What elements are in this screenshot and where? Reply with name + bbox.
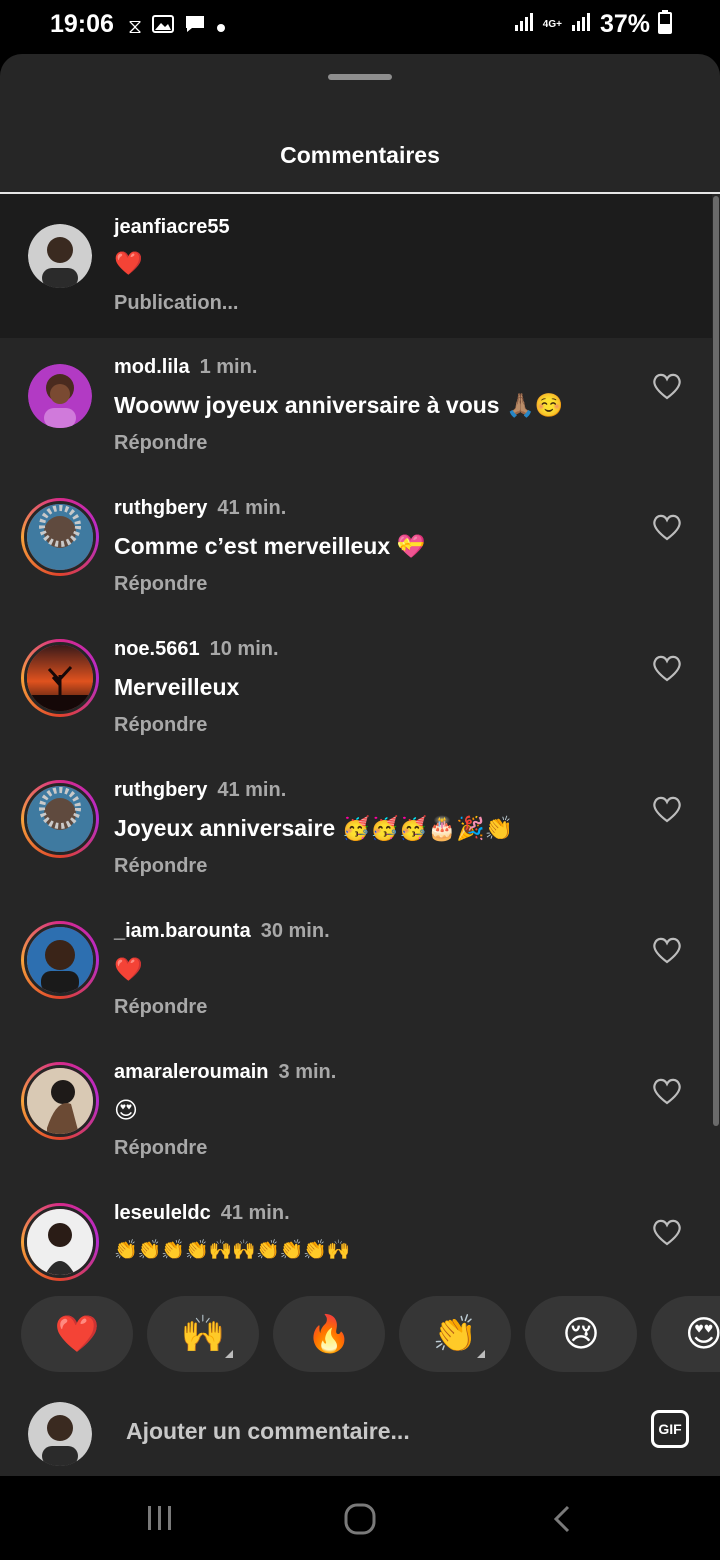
post-caption: jeanfiacre55 ❤️ Publication... bbox=[0, 194, 712, 338]
heart-outline-icon[interactable] bbox=[652, 1077, 682, 1105]
notification-icons: ⧖ bbox=[128, 14, 226, 39]
message-icon bbox=[184, 14, 206, 39]
reaction-fire-button[interactable]: 🔥 bbox=[273, 1296, 385, 1372]
image-icon bbox=[152, 15, 175, 38]
comment-text: 😍 bbox=[114, 1097, 138, 1123]
red-heart-icon: ❤️ bbox=[54, 1313, 100, 1354]
reaction-clap-button[interactable]: 👏 bbox=[399, 1296, 511, 1372]
raised-hands-icon: 🙌 bbox=[180, 1313, 226, 1354]
heart-outline-icon[interactable] bbox=[652, 795, 682, 823]
fire-icon: 🔥 bbox=[306, 1313, 352, 1354]
drag-handle[interactable] bbox=[328, 74, 392, 80]
avatar[interactable] bbox=[21, 1203, 99, 1281]
reply-button[interactable]: Répondre bbox=[114, 714, 207, 737]
avatar[interactable] bbox=[21, 921, 99, 999]
system-nav-bar bbox=[0, 1476, 720, 1560]
comment-username[interactable]: mod.lila 1 min. bbox=[114, 356, 257, 379]
comment-username[interactable]: amaraleroumain 3 min. bbox=[114, 1061, 336, 1084]
reaction-heart-eyes-button[interactable]: 😍 bbox=[651, 1296, 720, 1372]
reply-button[interactable]: Répondre bbox=[114, 573, 207, 596]
caption-meta: Publication... bbox=[114, 292, 239, 314]
home-icon[interactable] bbox=[343, 1502, 377, 1536]
sheet-title: Commentaires bbox=[280, 142, 440, 168]
heart-outline-icon[interactable] bbox=[652, 372, 682, 400]
skin-tone-indicator bbox=[477, 1350, 485, 1358]
heart-outline-icon[interactable] bbox=[652, 513, 682, 541]
network-type-label: 4G+ bbox=[542, 18, 562, 30]
clapping-hands-icon: 👏 bbox=[432, 1313, 478, 1354]
battery-percent: 37% bbox=[599, 10, 650, 38]
battery-icon bbox=[658, 10, 672, 39]
scrollbar[interactable] bbox=[713, 196, 719, 1126]
avatar[interactable] bbox=[21, 639, 99, 717]
comment-username[interactable]: noe.5661 10 min. bbox=[114, 638, 279, 661]
comment-text: ❤️ bbox=[114, 956, 143, 982]
reaction-heart-button[interactable]: ❤️ bbox=[21, 1296, 133, 1372]
comment-text: 👏👏👏👏🙌🙌👏👏👏🙌 bbox=[114, 1240, 351, 1261]
heart-eyes-icon: 😍 bbox=[685, 1313, 720, 1354]
crying-face-icon: 😢 bbox=[562, 1313, 600, 1354]
avatar[interactable] bbox=[21, 1062, 99, 1140]
comment-text: Joyeux anniversaire 🥳🥳🥳🎂🎉👏 bbox=[114, 815, 514, 841]
skin-tone-indicator bbox=[225, 1350, 233, 1358]
comment-username[interactable]: leseuleldc 41 min. bbox=[114, 1202, 290, 1225]
reply-button[interactable]: Répondre bbox=[114, 855, 207, 878]
comment-username[interactable]: ruthgbery 41 min. bbox=[114, 779, 286, 802]
comment-username[interactable]: _iam.barounta 30 min. bbox=[114, 920, 330, 943]
avatar[interactable] bbox=[28, 364, 92, 428]
reaction-raised-hands-button[interactable]: 🙌 bbox=[147, 1296, 259, 1372]
comments-sheet: Commentaires jeanfiacre55 ❤️ Publication… bbox=[0, 54, 720, 1476]
avatar[interactable] bbox=[21, 780, 99, 858]
status-right: 4G+ 37% bbox=[513, 10, 672, 39]
status-bar: 19:06 ⧖ 4G+ 37% bbox=[0, 0, 720, 52]
comment-input[interactable]: Ajouter un commentaire... bbox=[126, 1418, 410, 1445]
reply-button[interactable]: Répondre bbox=[114, 996, 207, 1019]
heart-outline-icon[interactable] bbox=[652, 1218, 682, 1246]
current-user-avatar bbox=[28, 1402, 92, 1466]
heart-outline-icon[interactable] bbox=[652, 936, 682, 964]
gif-button[interactable]: GIF bbox=[651, 1410, 689, 1448]
reply-button[interactable]: Répondre bbox=[114, 432, 207, 455]
reply-button[interactable]: Répondre bbox=[114, 1137, 207, 1160]
caption-text: ❤️ bbox=[114, 250, 143, 276]
recents-icon[interactable] bbox=[146, 1504, 174, 1532]
signal-icon-2 bbox=[570, 11, 592, 38]
quick-reactions-bar: ❤️ 🙌 🔥 👏 😢 😍 bbox=[0, 1296, 720, 1374]
caption-username[interactable]: jeanfiacre55 bbox=[114, 216, 230, 239]
comment-text: Wooww joyeux anniversaire à vous 🙏🏽☺️ bbox=[114, 392, 564, 418]
avatar[interactable] bbox=[21, 498, 99, 576]
reaction-crying-button[interactable]: 😢 bbox=[525, 1296, 637, 1372]
status-time: 19:06 bbox=[50, 10, 114, 38]
dot-icon bbox=[216, 16, 226, 38]
back-icon[interactable] bbox=[550, 1504, 574, 1534]
avatar[interactable] bbox=[28, 224, 92, 288]
comment-text: Merveilleux bbox=[114, 674, 240, 700]
signal-icon bbox=[513, 11, 535, 38]
heart-outline-icon[interactable] bbox=[652, 654, 682, 682]
comment-username[interactable]: ruthgbery 41 min. bbox=[114, 497, 286, 520]
comment-text: Comme c’est merveilleux 💝 bbox=[114, 533, 426, 559]
add-comment-row: Ajouter un commentaire... GIF bbox=[0, 1390, 720, 1476]
hourglass-icon: ⧖ bbox=[128, 15, 143, 38]
